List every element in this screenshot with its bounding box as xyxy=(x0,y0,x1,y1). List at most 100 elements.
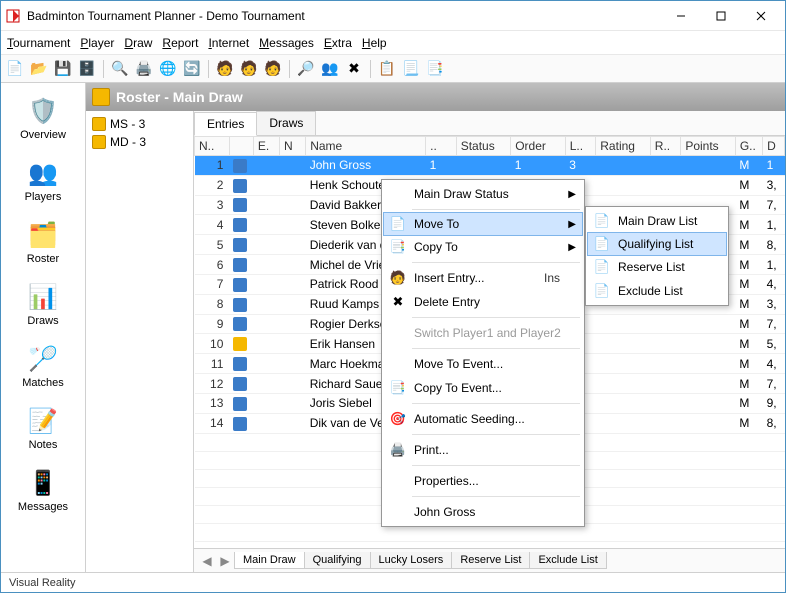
column-header[interactable]: Name xyxy=(306,137,426,156)
btab-qualifying[interactable]: Qualifying xyxy=(304,552,371,569)
tree-item-ms[interactable]: MS - 3 xyxy=(88,115,191,133)
app-window: Badminton Tournament Planner - Demo Tour… xyxy=(0,0,786,593)
ctx-maindrawstatus[interactable]: Main Draw Status▶ xyxy=(384,182,582,206)
menu-tournament[interactable]: Tournament xyxy=(7,36,70,50)
column-header[interactable]: G.. xyxy=(735,137,762,156)
tab-draws[interactable]: Draws xyxy=(256,111,316,135)
sub-reservelist[interactable]: 📄Reserve List xyxy=(588,255,726,279)
roster-icon: 🗂️ xyxy=(27,219,59,251)
doc2-icon[interactable]: 📃 xyxy=(401,59,421,79)
sub-maindrawlist[interactable]: 📄Main Draw List xyxy=(588,209,726,233)
event-tree: MS - 3 MD - 3 xyxy=(86,111,194,572)
new-icon[interactable]: 📄 xyxy=(5,59,25,79)
player-icon xyxy=(233,218,247,232)
menu-internet[interactable]: Internet xyxy=(208,36,249,50)
panel-header: Roster - Main Draw xyxy=(86,83,785,111)
ctx-insertentry[interactable]: 🧑Insert Entry...Ins xyxy=(384,266,582,290)
print-preview-icon[interactable]: 🔍 xyxy=(110,59,130,79)
tab-entries[interactable]: Entries xyxy=(194,112,257,136)
sidebar-item-notes[interactable]: 📝Notes xyxy=(8,401,78,455)
column-header[interactable]: R.. xyxy=(650,137,681,156)
column-header[interactable]: E. xyxy=(253,137,279,156)
open-icon[interactable]: 📂 xyxy=(29,59,49,79)
sidebar-item-draws[interactable]: 📊Draws xyxy=(8,277,78,331)
sub-qualifyinglist[interactable]: 📄Qualifying List xyxy=(587,232,727,256)
column-header[interactable]: Status xyxy=(456,137,511,156)
menu-extra[interactable]: Extra xyxy=(324,36,352,50)
sidebar-item-players[interactable]: 👥Players xyxy=(8,153,78,207)
print-icon[interactable]: 🖨️ xyxy=(134,59,154,79)
player-blue-icon[interactable]: 🧑 xyxy=(263,59,283,79)
ctx-switchplayers: Switch Player1 and Player2 xyxy=(384,321,582,345)
print-icon: 🖨️ xyxy=(388,440,408,460)
window-title: Badminton Tournament Planner - Demo Tour… xyxy=(27,9,661,23)
column-header[interactable]: L.. xyxy=(565,137,596,156)
toolbar: 📄 📂 💾 🗄️ 🔍 🖨️ 🌐 🔄 🧑 🧑 🧑 🔎 👥 ✖ 📋 📃 📑 xyxy=(1,55,785,83)
ctx-copytoevent[interactable]: 📑Copy To Event... xyxy=(384,376,582,400)
menu-help[interactable]: Help xyxy=(362,36,387,50)
menu-report[interactable]: Report xyxy=(162,36,198,50)
ctx-copyto[interactable]: 📑Copy To▶ xyxy=(384,235,582,259)
menu-player[interactable]: Player xyxy=(80,36,114,50)
maximize-button[interactable] xyxy=(701,2,741,30)
ctx-properties[interactable]: Properties... xyxy=(384,469,582,493)
backup-icon[interactable]: 🗄️ xyxy=(77,59,97,79)
doc1-icon[interactable]: 📋 xyxy=(377,59,397,79)
sidebar-item-matches[interactable]: 🏸Matches xyxy=(8,339,78,393)
sidebar-item-messages[interactable]: 📱Messages xyxy=(8,463,78,517)
players-x-icon[interactable]: ✖ xyxy=(344,59,364,79)
ctx-print[interactable]: 🖨️Print... xyxy=(384,438,582,462)
player-icon xyxy=(233,238,247,252)
players-find-icon[interactable]: 🔎 xyxy=(296,59,316,79)
player-icon xyxy=(233,258,247,272)
sidebar-item-overview[interactable]: 🛡️Overview xyxy=(8,91,78,145)
ctx-playername[interactable]: John Gross xyxy=(384,500,582,524)
status-text: Visual Reality xyxy=(9,577,75,589)
players-group-icon[interactable]: 👥 xyxy=(320,59,340,79)
player-icon xyxy=(233,337,247,351)
player-red-icon[interactable]: 🧑 xyxy=(215,59,235,79)
column-header[interactable]: Rating xyxy=(596,137,651,156)
roster-header-icon xyxy=(92,88,110,106)
column-header[interactable]: Order xyxy=(511,137,566,156)
column-header[interactable]: N.. xyxy=(195,137,230,156)
sidebar-item-roster[interactable]: 🗂️Roster xyxy=(8,215,78,269)
player-icon xyxy=(233,377,247,391)
list-icon: 📄 xyxy=(592,257,612,277)
ctx-deleteentry[interactable]: ✖Delete Entry xyxy=(384,290,582,314)
player-green-icon[interactable]: 🧑 xyxy=(239,59,259,79)
tab-scroll-left[interactable]: ◀ xyxy=(198,554,216,568)
ctx-movetoevent[interactable]: Move To Event... xyxy=(384,352,582,376)
close-button[interactable] xyxy=(741,2,781,30)
column-header[interactable]: .. xyxy=(426,137,457,156)
ctx-moveto[interactable]: 📄Move To▶ xyxy=(383,212,583,236)
doc3-icon[interactable]: 📑 xyxy=(425,59,445,79)
refresh-icon[interactable]: 🔄 xyxy=(182,59,202,79)
menu-draw[interactable]: Draw xyxy=(124,36,152,50)
notes-icon: 📝 xyxy=(27,405,59,437)
title-bar: Badminton Tournament Planner - Demo Tour… xyxy=(1,1,785,31)
table-row[interactable]: 1John Gross113M1 xyxy=(195,156,785,176)
tab-scroll-right[interactable]: ▶ xyxy=(216,554,234,568)
copyevent-icon: 📑 xyxy=(388,378,408,398)
btab-maindraw[interactable]: Main Draw xyxy=(234,552,305,569)
draws-icon: 📊 xyxy=(27,281,59,313)
player-icon xyxy=(233,298,247,312)
menu-messages[interactable]: Messages xyxy=(259,36,314,50)
publish-icon[interactable]: 🌐 xyxy=(158,59,178,79)
column-header[interactable] xyxy=(229,137,253,156)
save-icon[interactable]: 💾 xyxy=(53,59,73,79)
ctx-autoseed[interactable]: 🎯Automatic Seeding... xyxy=(384,407,582,431)
btab-excludelist[interactable]: Exclude List xyxy=(529,552,606,569)
player-icon xyxy=(233,159,247,173)
sub-excludelist[interactable]: 📄Exclude List xyxy=(588,279,726,303)
list-icon: 📄 xyxy=(592,234,612,254)
btab-reservelist[interactable]: Reserve List xyxy=(451,552,530,569)
minimize-button[interactable] xyxy=(661,2,701,30)
tree-item-md[interactable]: MD - 3 xyxy=(88,133,191,151)
btab-luckylosers[interactable]: Lucky Losers xyxy=(370,552,453,569)
column-header[interactable]: Points xyxy=(681,137,736,156)
column-header[interactable]: D xyxy=(763,137,785,156)
copy-icon: 📑 xyxy=(388,237,408,257)
column-header[interactable]: N xyxy=(280,137,306,156)
